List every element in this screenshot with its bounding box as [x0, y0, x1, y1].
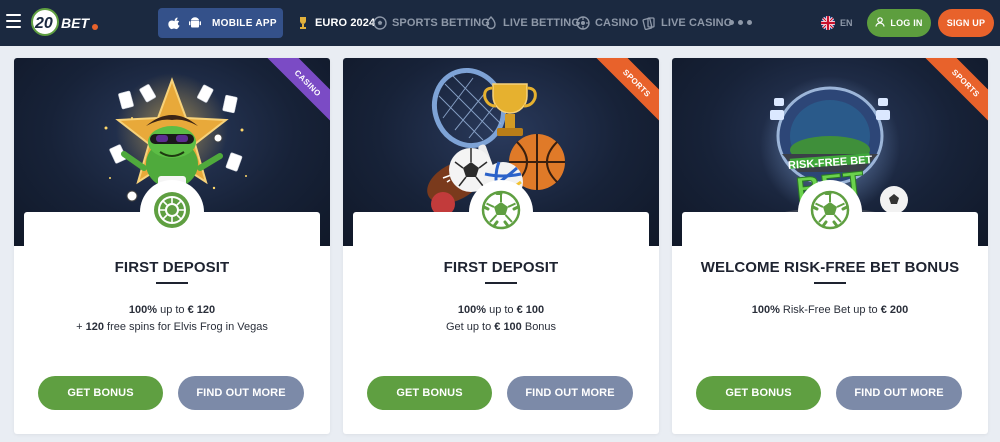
apple-icon: [168, 16, 182, 30]
get-bonus-label: GET BONUS: [396, 387, 463, 399]
site-logo[interactable]: 20 BET: [30, 6, 102, 38]
live-betting-icon: [484, 16, 498, 30]
trophy-icon: [296, 16, 310, 30]
nav-live-betting-label: LIVE BETTING: [503, 17, 580, 29]
nav-live-casino[interactable]: LIVE CASINO: [642, 0, 732, 46]
card-title: FIRST DEPOSIT: [443, 259, 559, 276]
nav-euro-2024[interactable]: EURO 2024: [296, 0, 375, 46]
card-title: FIRST DEPOSIT: [114, 259, 230, 276]
mobile-app-button[interactable]: MOBILE APP: [158, 8, 283, 38]
get-bonus-button[interactable]: GET BONUS: [696, 376, 821, 410]
title-divider: [485, 282, 517, 284]
find-out-more-label: FIND OUT MORE: [196, 387, 286, 399]
soccer-ball-icon: [481, 190, 521, 235]
top-header: 20 BET MOBILE APP EURO 2024 SPORTS BETTI…: [0, 0, 1000, 46]
card-badge: [140, 180, 204, 244]
user-icon: [875, 14, 885, 32]
description-line: 100% Risk-Free Bet up to € 200: [751, 304, 909, 316]
bonus-card-risk-free: RISK-FREE BET BET SPORTS WELCOME RISK-FR…: [672, 58, 988, 434]
get-bonus-button[interactable]: GET BONUS: [38, 376, 163, 410]
card-badge: [798, 180, 862, 244]
nav-sports-betting-label: SPORTS BETTING: [392, 17, 490, 29]
nav-sports-betting[interactable]: SPORTS BETTING: [373, 0, 490, 46]
nav-live-casino-label: LIVE CASINO: [661, 17, 733, 29]
cards-icon: [642, 16, 656, 31]
description-line: Get up to € 100 Bonus: [445, 321, 557, 333]
svg-text:BET: BET: [61, 15, 90, 31]
get-bonus-label: GET BONUS: [725, 387, 792, 399]
android-icon: [188, 16, 202, 30]
find-out-more-label: FIND OUT MORE: [525, 387, 615, 399]
uk-flag-icon: [821, 16, 835, 30]
mobile-app-label: MOBILE APP: [212, 17, 277, 29]
signup-button[interactable]: SIGN UP: [938, 9, 994, 37]
find-out-more-label: FIND OUT MORE: [854, 387, 944, 399]
login-button[interactable]: LOG IN: [867, 9, 931, 37]
soccer-ball-icon: [373, 16, 387, 30]
card-badge: [469, 180, 533, 244]
title-divider: [814, 282, 846, 284]
card-description: 100% up to € 120 + 120 free spins for El…: [24, 302, 320, 336]
bonus-card-sports: SPORTS FIRST DEPOSIT 100% up to € 100 Ge…: [343, 58, 659, 434]
get-bonus-button[interactable]: GET BONUS: [367, 376, 492, 410]
find-out-more-button[interactable]: FIND OUT MORE: [836, 376, 962, 410]
nav-casino-label: CASINO: [595, 17, 639, 29]
more-dots-icon[interactable]: [729, 20, 752, 25]
description-line: + 120 free spins for Elvis Frog in Vegas: [76, 321, 268, 333]
bonus-card-casino: CASINO FIRST DEPOSIT 100% up to € 120 + …: [14, 58, 330, 434]
login-label: LOG IN: [890, 18, 923, 28]
roulette-icon: [576, 16, 590, 30]
find-out-more-button[interactable]: FIND OUT MORE: [507, 376, 633, 410]
roulette-icon: [152, 190, 192, 235]
card-description: 100% Risk-Free Bet up to € 200: [682, 302, 978, 319]
card-title: WELCOME RISK-FREE BET BONUS: [700, 259, 960, 276]
title-divider: [156, 282, 188, 284]
find-out-more-button[interactable]: FIND OUT MORE: [178, 376, 304, 410]
description-line: 100% up to € 120: [128, 304, 216, 316]
language-label: EN: [840, 18, 853, 28]
nav-live-betting[interactable]: LIVE BETTING: [484, 0, 580, 46]
card-description: 100% up to € 100 Get up to € 100 Bonus: [353, 302, 649, 336]
signup-label: SIGN UP: [946, 18, 986, 28]
language-selector[interactable]: EN: [821, 16, 853, 30]
get-bonus-label: GET BONUS: [67, 387, 134, 399]
description-line: 100% up to € 100: [457, 304, 545, 316]
soccer-ball-icon: [810, 190, 850, 235]
nav-casino[interactable]: CASINO: [576, 0, 638, 46]
hamburger-menu-icon[interactable]: [6, 14, 21, 28]
nav-euro-2024-label: EURO 2024: [315, 17, 376, 29]
svg-text:20: 20: [34, 15, 53, 32]
